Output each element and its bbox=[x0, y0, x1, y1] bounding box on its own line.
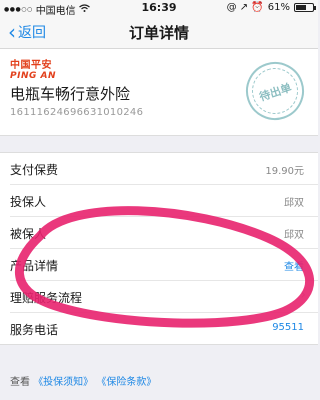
ping-an-logo: 中国平安 PING AN bbox=[10, 60, 56, 82]
row-label: 支付保费 bbox=[10, 163, 59, 177]
page-title: 订单详情 bbox=[128, 24, 189, 42]
logo-cn: 中国平安 bbox=[10, 60, 52, 71]
row-insured: 被保人 邱双 bbox=[10, 217, 318, 249]
footer-prefix: 查看 bbox=[10, 377, 30, 388]
row-label: 产品详情 bbox=[10, 259, 59, 273]
detail-list: 支付保费 19.90元 投保人 邱双 被保人 邱双 产品详情 查看 理赔服务流程… bbox=[0, 152, 318, 345]
stamp-text: 待出单 bbox=[257, 81, 294, 104]
row-premium: 支付保费 19.90元 bbox=[10, 153, 318, 185]
chevron-right-icon: › bbox=[300, 287, 306, 303]
row-value: 邱双 bbox=[284, 198, 304, 209]
row-label: 服务电话 bbox=[10, 323, 59, 337]
terms-link[interactable]: 《保险条款》 bbox=[96, 377, 156, 388]
row-label: 理赔服务流程 bbox=[10, 291, 83, 305]
navigation-bar: ‹ 返回 订单详情 bbox=[0, 16, 318, 49]
notice-link[interactable]: 《投保须知》 bbox=[33, 377, 93, 388]
status-icons: @ ↗ ⏰ bbox=[226, 2, 264, 13]
row-value: 邱双 bbox=[284, 230, 304, 241]
row-policyholder: 投保人 邱双 bbox=[10, 185, 318, 217]
phone-link[interactable]: 95511 bbox=[272, 322, 304, 333]
battery-icon bbox=[294, 3, 316, 12]
battery-percent: 61% bbox=[267, 2, 290, 13]
product-name: 电瓶车畅行意外险 bbox=[10, 85, 131, 103]
status-bar: ●●●○○ 中国电信 16:39 @ ↗ ⏰ 61% bbox=[0, 0, 318, 17]
view-link[interactable]: 查看 bbox=[284, 258, 304, 273]
row-value: 19.90元 bbox=[265, 166, 304, 177]
row-product-details[interactable]: 产品详情 查看 bbox=[10, 249, 318, 281]
policy-number: 16111624696631010246 bbox=[10, 107, 144, 118]
row-label: 被保人 bbox=[10, 227, 47, 241]
row-claims-process[interactable]: 理赔服务流程 › bbox=[10, 281, 318, 313]
footer-links: 查看 《投保须知》 《保险条款》 bbox=[10, 373, 156, 388]
logo-en: PING AN bbox=[10, 71, 56, 81]
row-service-phone[interactable]: 服务电话 95511 bbox=[10, 313, 318, 344]
row-label: 投保人 bbox=[10, 195, 47, 209]
